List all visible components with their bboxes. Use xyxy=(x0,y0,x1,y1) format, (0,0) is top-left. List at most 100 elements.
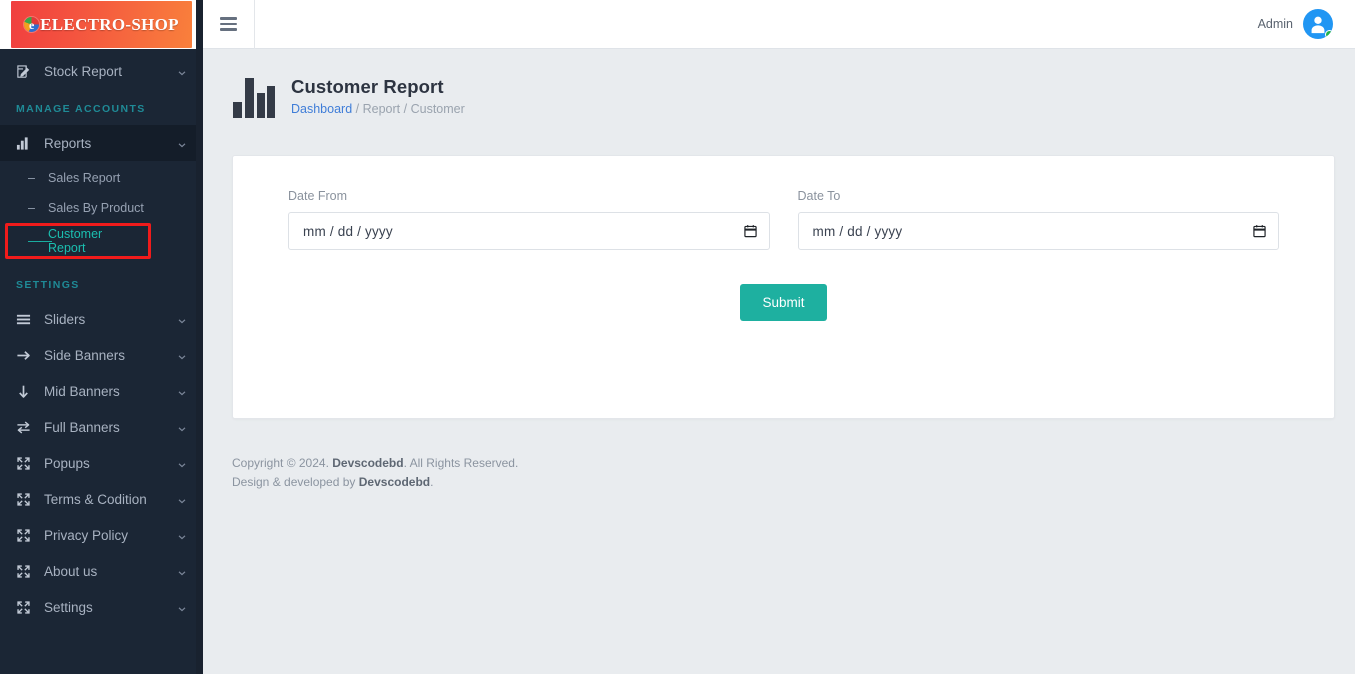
sidebar-section-settings: SETTINGS xyxy=(16,279,80,291)
footer-credit-prefix: Design & developed by xyxy=(232,474,359,489)
sidebar-item-popups[interactable]: Popups xyxy=(0,445,203,481)
sidebar-subitem-label: Customer Report xyxy=(48,227,103,255)
footer-copyright: Copyright © 2024. Devscodebd. All Rights… xyxy=(232,454,1355,473)
chevron-down-icon xyxy=(177,350,187,360)
bar-chart-icon xyxy=(233,73,275,118)
sidebar-scrollbar[interactable] xyxy=(196,0,203,674)
chevron-down-icon xyxy=(177,66,187,76)
dash-marker-icon: – xyxy=(28,201,35,215)
sidebar-subitem-sales-report[interactable]: – Sales Report xyxy=(0,163,203,193)
page-title-block: Customer Report Dashboard / Report / Cus… xyxy=(291,75,465,116)
hamburger-icon xyxy=(220,17,237,31)
sidebar-item-label: Mid Banners xyxy=(44,383,120,399)
footer-brand: Devscodebd xyxy=(332,456,404,470)
footer-credit: Design & developed by Devscodebd. xyxy=(232,473,1355,492)
expand-arrows-icon xyxy=(16,564,38,579)
sidebar-item-terms-condition[interactable]: Terms & Codition xyxy=(0,481,203,517)
expand-arrows-icon xyxy=(16,528,38,543)
sidebar-item-label: Sliders xyxy=(44,311,86,327)
sidebar-nav: Stock Report MANAGE ACCOUNTS Reports – S… xyxy=(0,49,203,625)
e-globe-icon xyxy=(24,17,40,32)
sidebar-item-label: Terms & Codition xyxy=(44,491,147,507)
breadcrumb-separator: / xyxy=(355,102,360,117)
sidebar-item-sliders[interactable]: Sliders xyxy=(0,301,203,337)
sidebar-item-label: Full Banners xyxy=(44,419,120,435)
breadcrumb-separator: / xyxy=(403,102,408,117)
sidebar-item-settings[interactable]: Settings xyxy=(0,589,203,625)
sidebar-item-label: Privacy Policy xyxy=(44,527,129,543)
chevron-down-icon xyxy=(177,314,187,324)
sidebar-subitem-customer-report[interactable]: —— Customer Report xyxy=(8,226,148,256)
chevron-down-icon xyxy=(177,530,187,540)
date-from-input[interactable]: mm / dd / yyyy xyxy=(288,212,770,250)
bars-icon xyxy=(16,312,38,327)
chevron-down-icon xyxy=(177,458,187,468)
submit-button[interactable]: Submit xyxy=(740,284,827,321)
sidebar-item-label: Popups xyxy=(44,455,90,471)
footer-copyright-prefix: Copyright © 2024. xyxy=(232,456,333,470)
date-to-label: Date To xyxy=(797,189,841,203)
breadcrumb: Dashboard / Report / Customer xyxy=(291,102,465,116)
exchange-arrows-icon xyxy=(16,420,38,435)
footer-copyright-suffix: . All Rights Reserved. xyxy=(403,456,519,470)
sidebar-item-label: Side Banners xyxy=(44,347,126,363)
submit-row: Submit xyxy=(288,284,1279,321)
brand-logo[interactable]: ELECTRO-SHOP xyxy=(0,0,203,49)
main-area: Admin Customer Report Dashboard / Report… xyxy=(203,0,1355,674)
sidebar-subitem-sales-by-product[interactable]: – Sales By Product xyxy=(0,193,203,223)
sidebar-item-mid-banners[interactable]: Mid Banners xyxy=(0,373,203,409)
footer-credit-suffix: . xyxy=(430,474,434,489)
user-menu[interactable]: Admin xyxy=(1258,9,1355,39)
sidebar-item-full-banners[interactable]: Full Banners xyxy=(0,409,203,445)
sidebar-section-manage-accounts: MANAGE ACCOUNTS xyxy=(16,103,146,115)
avatar[interactable] xyxy=(1303,9,1333,39)
date-from-value: mm / dd / yyyy xyxy=(303,223,393,239)
sidebar-item-about-us[interactable]: About us xyxy=(0,553,203,589)
chevron-down-icon xyxy=(177,602,187,612)
chevron-down-icon xyxy=(177,138,187,148)
topbar: Admin xyxy=(203,0,1355,49)
date-from-label: Date From xyxy=(288,189,348,203)
chevron-down-icon xyxy=(177,422,187,432)
expand-arrows-icon xyxy=(16,492,38,507)
chevron-down-icon xyxy=(177,494,187,504)
date-from-group: Date From mm / dd / yyyy xyxy=(288,189,770,250)
brand-logo-text: ELECTRO-SHOP xyxy=(40,14,179,34)
sidebar-item-label: About us xyxy=(44,563,98,579)
highlight-box-customer-report: —— Customer Report xyxy=(5,223,151,259)
user-name-label: Admin xyxy=(1257,17,1293,31)
breadcrumb-customer: Customer xyxy=(410,102,465,117)
sidebar-item-reports[interactable]: Reports xyxy=(0,125,203,161)
chevron-down-icon xyxy=(177,386,187,396)
expand-arrows-icon xyxy=(16,456,38,471)
page-content: Customer Report Dashboard / Report / Cus… xyxy=(203,49,1355,674)
page-title: Customer Report xyxy=(291,75,444,97)
calendar-icon[interactable] xyxy=(1253,224,1266,238)
date-to-input[interactable]: mm / dd / yyyy xyxy=(797,212,1279,250)
arrow-down-icon xyxy=(16,384,38,399)
sidebar: ELECTRO-SHOP Stock Report MANAGE ACCOUNT… xyxy=(0,0,203,674)
footer: Copyright © 2024. Devscodebd. All Rights… xyxy=(203,419,1355,491)
sidebar-item-side-banners[interactable]: Side Banners xyxy=(0,337,203,373)
sidebar-subitem-label: Sales By Product xyxy=(48,201,144,215)
sidebar-toggle-button[interactable] xyxy=(203,0,255,49)
sidebar-item-label: Stock Report xyxy=(44,63,123,79)
sidebar-item-label: Reports xyxy=(44,135,92,151)
calendar-icon[interactable] xyxy=(743,224,757,238)
arrow-right-icon xyxy=(16,348,38,363)
dash-marker-icon: —— xyxy=(28,234,52,248)
date-to-value: mm / dd / yyyy xyxy=(812,223,903,239)
date-range-row: Date From mm / dd / yyyy Date To mm / dd… xyxy=(288,189,1279,250)
report-filter-card: Date From mm / dd / yyyy Date To mm / dd… xyxy=(232,155,1335,419)
breadcrumb-report: Report xyxy=(362,102,401,117)
date-to-group: Date To mm / dd / yyyy xyxy=(797,189,1279,250)
sidebar-item-stock-report[interactable]: Stock Report xyxy=(0,53,203,89)
dash-marker-icon: – xyxy=(28,171,35,185)
breadcrumb-dashboard-link[interactable]: Dashboard xyxy=(291,102,352,116)
bar-chart-icon xyxy=(16,136,38,151)
reports-submenu: – Sales Report – Sales By Product —— Cus… xyxy=(0,161,203,265)
sidebar-item-privacy-policy[interactable]: Privacy Policy xyxy=(0,517,203,553)
sidebar-subitem-label: Sales Report xyxy=(48,171,121,185)
edit-square-icon xyxy=(16,64,38,79)
status-badge xyxy=(1325,30,1333,39)
